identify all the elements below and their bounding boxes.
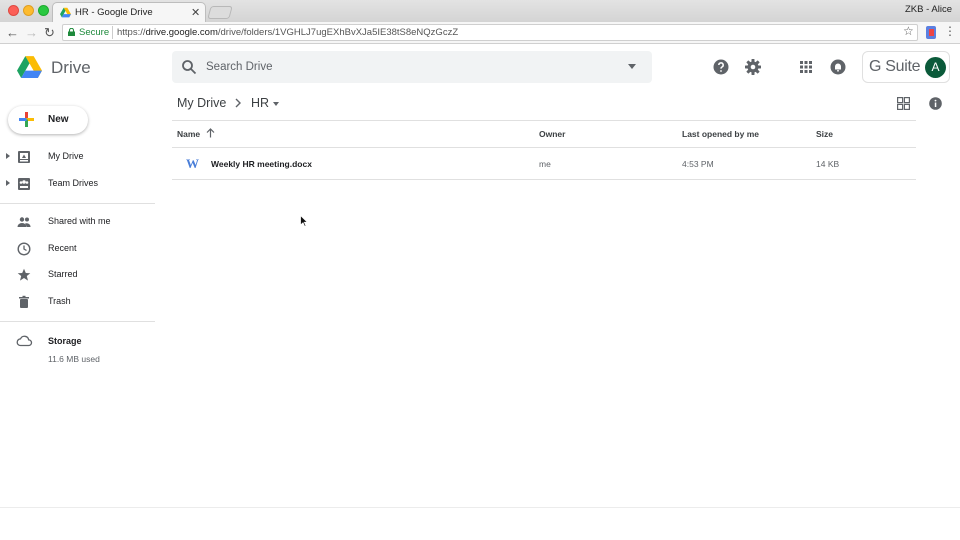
url-text[interactable]: https://drive.google.com/drive/folders/1… bbox=[117, 27, 458, 38]
sidebar-item-label: My Drive bbox=[48, 151, 84, 161]
people-icon bbox=[17, 217, 31, 227]
footer-divider bbox=[0, 507, 960, 508]
star-icon bbox=[17, 268, 31, 281]
sidebar-item-my-drive[interactable]: My Drive bbox=[0, 148, 155, 168]
trash-icon bbox=[19, 295, 29, 308]
apps-grid-icon[interactable] bbox=[797, 58, 815, 76]
mouse-cursor-icon bbox=[300, 215, 308, 227]
browser-tab-active[interactable]: HR - Google Drive ✕ bbox=[52, 2, 206, 22]
sidebar-divider bbox=[0, 203, 155, 204]
search-options-dropdown-icon[interactable] bbox=[628, 64, 636, 69]
clock-icon bbox=[17, 242, 31, 256]
lock-icon bbox=[68, 28, 75, 36]
column-header-name[interactable]: Name bbox=[177, 129, 200, 139]
sidebar-item-recent[interactable]: Recent bbox=[0, 240, 155, 260]
sidebar-item-label: Recent bbox=[48, 243, 77, 253]
sidebar-item-shared-with-me[interactable]: Shared with me bbox=[0, 213, 155, 233]
table-row-divider bbox=[172, 179, 916, 180]
extension-icon[interactable] bbox=[926, 26, 936, 39]
breadcrumb-my-drive[interactable]: My Drive bbox=[177, 96, 226, 110]
storage-used: 11.6 MB used bbox=[48, 354, 100, 364]
tab-close-icon[interactable]: ✕ bbox=[191, 6, 200, 19]
expand-caret-icon[interactable] bbox=[6, 153, 10, 159]
sidebar-divider bbox=[0, 321, 155, 322]
my-drive-icon bbox=[18, 151, 30, 163]
new-button[interactable]: New bbox=[8, 106, 88, 134]
url-scheme: https:// bbox=[117, 27, 146, 38]
drive-logo-icon[interactable] bbox=[17, 56, 42, 78]
bookmark-star-icon[interactable]: ☆ bbox=[903, 24, 914, 38]
window-maximize-button[interactable] bbox=[38, 5, 49, 16]
folder-dropdown-icon[interactable] bbox=[273, 102, 279, 106]
settings-gear-icon[interactable] bbox=[744, 58, 762, 76]
info-icon[interactable] bbox=[929, 97, 942, 110]
sidebar-item-label: Starred bbox=[48, 269, 78, 279]
window-close-button[interactable] bbox=[8, 5, 19, 16]
storage-label[interactable]: Storage bbox=[48, 336, 82, 346]
new-tab-button[interactable] bbox=[207, 6, 233, 19]
file-owner: me bbox=[539, 159, 551, 169]
tab-title: HR - Google Drive bbox=[75, 7, 153, 18]
column-header-owner[interactable]: Owner bbox=[539, 129, 565, 139]
url-host: drive.google.com bbox=[145, 27, 218, 38]
back-arrow-icon[interactable]: ← bbox=[6, 25, 19, 40]
browser-menu-icon[interactable]: ⋮ bbox=[944, 24, 956, 38]
search-input[interactable] bbox=[204, 57, 604, 77]
plus-icon bbox=[19, 112, 34, 127]
reload-icon[interactable]: ↻ bbox=[44, 25, 55, 41]
file-name[interactable]: Weekly HR meeting.docx bbox=[211, 159, 312, 169]
search-icon[interactable] bbox=[181, 59, 197, 75]
sidebar-item-label: Trash bbox=[48, 296, 71, 306]
new-button-label: New bbox=[48, 114, 69, 125]
browser-profile-label[interactable]: ZKB - Alice bbox=[905, 4, 952, 15]
sort-ascending-icon[interactable] bbox=[206, 128, 215, 138]
chevron-right-icon bbox=[235, 98, 241, 108]
drive-favicon-icon bbox=[60, 7, 71, 18]
help-icon[interactable] bbox=[712, 58, 730, 76]
word-document-icon: W bbox=[186, 156, 199, 171]
url-separator bbox=[112, 26, 113, 39]
sidebar-item-trash[interactable]: Trash bbox=[0, 293, 155, 313]
grid-view-icon[interactable] bbox=[897, 97, 910, 110]
team-drives-icon bbox=[18, 178, 30, 190]
cloud-icon bbox=[16, 335, 33, 347]
sidebar-item-starred[interactable]: Starred bbox=[0, 266, 155, 286]
sidebar-item-label: Shared with me bbox=[48, 216, 111, 226]
browser-toolbar: ← → ↻ Secure https://drive.google.com/dr… bbox=[0, 22, 960, 44]
notifications-bell-icon[interactable] bbox=[829, 58, 847, 76]
table-row[interactable]: W Weekly HR meeting.docx me 4:53 PM 14 K… bbox=[172, 148, 916, 179]
column-header-last-opened[interactable]: Last opened by me bbox=[682, 129, 759, 139]
url-path: /drive/folders/1VGHLJ7ugEXhBvXJa5IE38tS8… bbox=[217, 27, 459, 38]
search-box[interactable] bbox=[172, 51, 652, 83]
file-last-opened: 4:53 PM bbox=[682, 159, 714, 169]
browser-tab-bar: HR - Google Drive ✕ ZKB - Alice bbox=[0, 0, 960, 22]
expand-caret-icon[interactable] bbox=[6, 180, 10, 186]
sidebar-item-team-drives[interactable]: Team Drives bbox=[0, 175, 155, 195]
content-divider bbox=[172, 120, 916, 121]
address-bar[interactable]: Secure https://drive.google.com/drive/fo… bbox=[62, 24, 918, 41]
avatar[interactable]: A bbox=[925, 57, 946, 78]
window-minimize-button[interactable] bbox=[23, 5, 34, 16]
breadcrumb-current-folder[interactable]: HR bbox=[251, 96, 269, 110]
app-title[interactable]: Drive bbox=[51, 58, 91, 78]
column-header-size[interactable]: Size bbox=[816, 129, 833, 139]
gsuite-logo: G Suite bbox=[869, 58, 921, 75]
file-size: 14 KB bbox=[816, 159, 840, 169]
secure-label: Secure bbox=[79, 27, 110, 38]
sidebar-item-label: Team Drives bbox=[48, 178, 99, 188]
account-switcher[interactable]: G Suite A bbox=[862, 51, 950, 83]
forward-arrow-icon[interactable]: → bbox=[25, 25, 38, 40]
